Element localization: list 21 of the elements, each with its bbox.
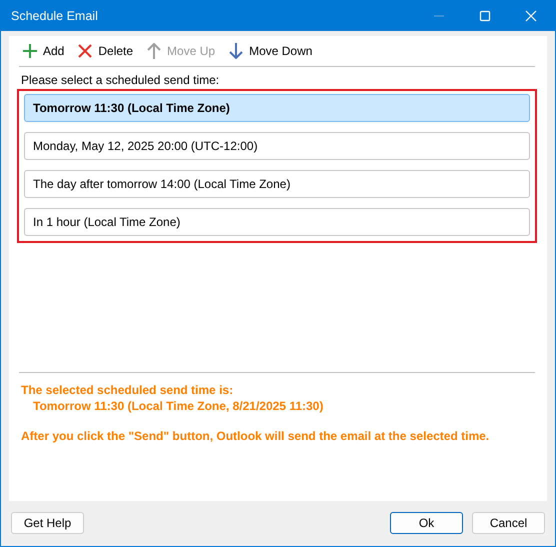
arrow-down-icon xyxy=(229,43,244,59)
close-icon[interactable] xyxy=(525,10,537,22)
info-heading: The selected scheduled send time is: xyxy=(21,383,234,397)
time-option[interactable]: Monday, May 12, 2025 20:00 (UTC-12:00) xyxy=(24,132,530,160)
window-title: Schedule Email xyxy=(11,8,98,22)
cancel-button[interactable]: Cancel xyxy=(472,512,545,534)
help-button[interactable]: Get Help xyxy=(11,512,84,534)
ok-button[interactable]: Ok xyxy=(390,512,463,534)
time-option[interactable]: Tomorrow 11:30 (Local Time Zone) xyxy=(24,94,530,122)
prompt-label: Please select a scheduled send time: xyxy=(21,73,220,88)
toolbar-button[interactable]: Delete xyxy=(78,44,134,58)
arrow-up-icon xyxy=(147,43,162,59)
time-option[interactable]: In 1 hour (Local Time Zone) xyxy=(24,208,530,236)
toolbar-button[interactable]: Move Down xyxy=(229,43,312,59)
selected-time-text: Tomorrow 11:30 (Local Time Zone, 8/21/2025 11:30) xyxy=(32,399,324,413)
time-option[interactable]: The day after tomorrow 14:00 (Local Time Zone) xyxy=(24,170,530,198)
delete-icon xyxy=(78,44,92,58)
toolbar-button[interactable]: Add xyxy=(23,44,64,58)
maximize-icon[interactable] xyxy=(479,10,491,22)
info-note: After you click the "Send" button, Outlook will send the email at the selected time. xyxy=(21,429,490,443)
plus-icon xyxy=(23,44,37,58)
